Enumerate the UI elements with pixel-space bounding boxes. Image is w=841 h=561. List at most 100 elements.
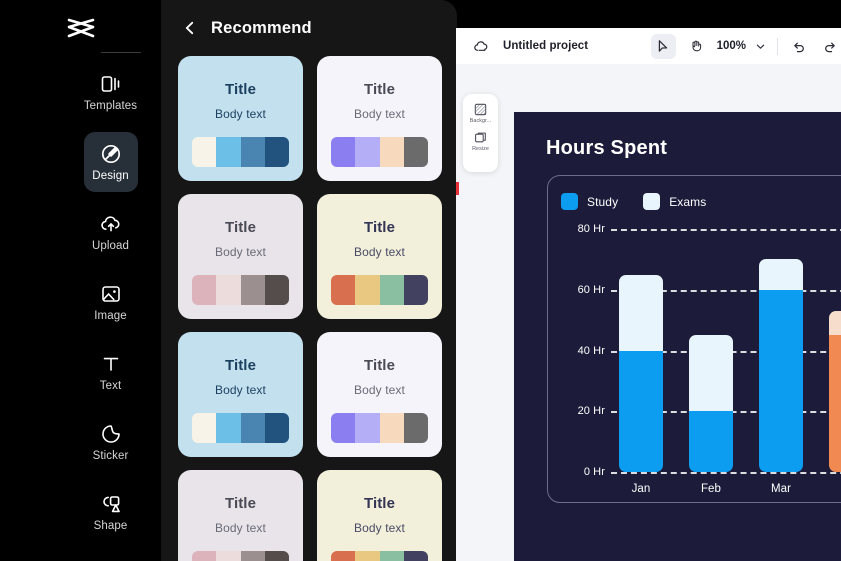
swatch [379,551,404,561]
legend-label: Exams [669,194,707,209]
swatch [379,413,404,443]
theme-card-body: Body text [215,521,266,535]
legend-item: Exams [643,193,706,210]
zoom-level[interactable]: 100% [717,40,746,52]
redo-icon[interactable] [821,37,839,55]
theme-card-body: Body text [354,245,405,259]
swatch [264,275,289,305]
theme-card-body: Body text [215,245,266,259]
notification-indicator [456,182,459,195]
theme-card-body: Body text [215,107,266,121]
swatch [216,551,241,561]
bar-segment [759,289,803,472]
sidebar-item-text[interactable]: Text [84,342,138,402]
bar-stack [829,311,841,472]
chevron-down-icon[interactable] [752,38,768,54]
sidebar-item-templates[interactable]: Templates [84,62,138,122]
y-axis-tick-label: 20 Hr [577,405,605,418]
swatch [355,413,380,443]
bar-stack [689,335,733,472]
swatch [355,551,380,561]
bar-column[interactable]: Jan [619,229,663,495]
sidebar-item-image[interactable]: Image [84,272,138,332]
bar-column[interactable]: Apr [829,229,841,472]
bar-segment [689,335,733,412]
bar-segment [829,311,841,336]
swatch [403,413,428,443]
theme-card-title: Title [363,219,396,236]
sidebar-divider [101,52,141,53]
recommend-panel: Recommend Title Body text Title Body text Ti… [161,0,457,561]
swatch [240,551,265,561]
panel-header: Recommend [161,0,457,56]
sidebar-item-sticker[interactable]: Sticker [84,412,138,472]
theme-card-swatches [192,551,289,561]
resize-button[interactable]: Resize [472,131,489,152]
swatch [216,137,241,167]
sidebar-item-label: Image [94,309,127,322]
chart-card[interactable]: Study Exams 80 Hr 60 Hr 40 Hr 20 Hr 0 Hr Jan F… [547,175,841,503]
hand-tool-icon[interactable] [684,34,709,59]
swatch [192,551,217,561]
background-button[interactable]: Backgr... [470,103,491,124]
undo-icon[interactable] [789,37,807,55]
swatch [240,413,265,443]
swatch [379,137,404,167]
sidebar-item-shape[interactable]: Shape [84,482,138,542]
text-icon [99,352,123,376]
theme-card-grid: Title Body text Title Body text Title Body te… [178,56,457,561]
theme-card-body: Body text [354,521,405,535]
theme-card-swatches [192,137,289,167]
chart-legend: Study Exams [561,193,706,210]
theme-card-title: Title [224,81,257,98]
theme-card-title: Title [224,495,257,512]
theme-card[interactable]: Title Body text [178,194,303,319]
y-axis-tick-label: 40 Hr [577,344,605,357]
image-icon [99,282,123,306]
swatch [264,551,289,561]
theme-card[interactable]: Title Body text [317,194,442,319]
project-name[interactable]: Untitled project [503,40,588,52]
swatch [192,275,217,305]
swatch [192,413,217,443]
cloud-icon[interactable] [473,38,490,55]
theme-card[interactable]: Title Body text [178,56,303,181]
legend-swatch [643,193,661,210]
theme-card[interactable]: Title Body text [178,470,303,561]
bar-column[interactable]: Feb [689,229,733,495]
swatch [240,275,265,305]
theme-card-title: Title [224,357,257,374]
swatch [331,551,356,561]
theme-card[interactable]: Title Body text [317,56,442,181]
legend-label: Study [587,194,619,209]
theme-card-body: Body text [215,383,266,397]
bar-column[interactable]: Mar [759,229,803,495]
editor-tools: 100% [650,28,841,64]
theme-card-swatches [192,413,289,443]
theme-card[interactable]: Title Body text [178,332,303,457]
bar-stack [759,259,803,472]
sidebar-item-label: Sticker [92,449,129,462]
cursor-tool-icon[interactable] [650,33,676,59]
templates-icon [99,72,123,96]
canvas-mini-toolbar: Backgr... Resize [463,94,498,172]
bar-segment [689,411,733,472]
editor-canvas-area: Backgr... Resize Hours Spent Study Exams … [456,64,841,561]
theme-card-swatches [331,137,428,167]
sidebar-item-upload[interactable]: Upload [84,202,138,262]
design-canvas[interactable]: Hours Spent Study Exams 80 Hr 60 Hr 40 Hr 20… [514,112,841,561]
bar-series: Jan Feb Mar Apr [619,229,841,495]
capcut-logo[interactable] [0,6,161,50]
swatch [403,551,428,561]
sidebar-item-label: Shape [93,519,128,532]
theme-card-swatches [331,413,428,443]
theme-card[interactable]: Title Body text [317,332,442,457]
background-checker-icon [474,103,487,116]
sidebar-item-design[interactable]: Design [83,132,138,192]
x-axis-tick-label: Apr [829,483,841,495]
swatch [192,137,217,167]
theme-card[interactable]: Title Body text [317,470,442,561]
chevron-left-icon[interactable] [182,20,198,36]
sidebar-item-label: Text [99,379,122,392]
bar-segment [619,350,663,472]
